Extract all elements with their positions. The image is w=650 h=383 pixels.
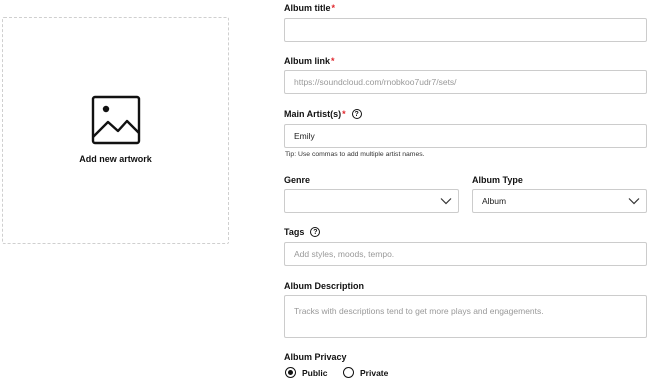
genre-label: Genre bbox=[284, 175, 310, 185]
chevron-down-icon bbox=[440, 198, 452, 205]
album-link-label-text: Album link bbox=[284, 56, 331, 66]
chevron-down-icon bbox=[628, 198, 640, 205]
privacy-private-label: Private bbox=[360, 367, 389, 378]
required-mark: * bbox=[342, 109, 346, 119]
main-artist-label: Main Artist(s) * ? bbox=[284, 109, 362, 119]
privacy-public-label: Public bbox=[302, 367, 328, 378]
radio-selected-icon bbox=[285, 367, 296, 378]
genre-label-text: Genre bbox=[284, 175, 311, 185]
album-link-label: Album link * bbox=[284, 56, 335, 66]
album-type-select[interactable]: Album bbox=[472, 189, 647, 213]
artwork-label: Add new artwork bbox=[79, 154, 152, 164]
album-link-input[interactable]: https://soundcloud.com/rnobkoo7udr7/sets… bbox=[284, 70, 647, 94]
album-privacy-label-text: Album Privacy bbox=[284, 352, 347, 362]
help-icon[interactable]: ? bbox=[351, 109, 362, 119]
tags-label: Tags ? bbox=[284, 227, 321, 237]
album-title-input[interactable] bbox=[284, 18, 647, 42]
album-description-label-text: Album Description bbox=[284, 281, 365, 291]
album-title-label-text: Album title bbox=[284, 3, 331, 13]
radio-unselected-icon bbox=[343, 367, 354, 378]
album-description-label: Album Description bbox=[284, 281, 364, 291]
album-title-label: Album title * bbox=[284, 3, 335, 13]
upload-album-page: Add new artwork Album title * Album link… bbox=[0, 0, 650, 383]
help-icon[interactable]: ? bbox=[310, 227, 321, 237]
genre-select[interactable] bbox=[284, 189, 459, 213]
album-description-textarea[interactable]: Tracks with descriptions tend to get mor… bbox=[284, 295, 647, 338]
album-type-label-text: Album Type bbox=[472, 175, 523, 185]
privacy-private-option[interactable]: Private bbox=[343, 367, 388, 378]
main-artist-input[interactable]: Emily bbox=[284, 124, 647, 148]
tags-input[interactable]: Add styles, moods, tempo. bbox=[284, 242, 647, 266]
privacy-public-option[interactable]: Public bbox=[285, 367, 328, 378]
tags-placeholder: Add styles, moods, tempo. bbox=[294, 249, 395, 259]
artwork-dropzone[interactable]: Add new artwork bbox=[2, 17, 229, 244]
tags-label-text: Tags bbox=[284, 227, 305, 237]
album-type-value: Album bbox=[482, 196, 507, 206]
album-privacy-label: Album Privacy bbox=[284, 352, 347, 362]
image-icon bbox=[91, 95, 140, 145]
main-artist-tip: Tip: Use commas to add multiple artist n… bbox=[285, 151, 425, 158]
required-mark: * bbox=[331, 3, 336, 13]
album-type-label: Album Type bbox=[472, 175, 523, 185]
required-mark: * bbox=[331, 56, 335, 66]
main-artist-label-text: Main Artist(s) bbox=[284, 109, 342, 119]
album-link-value: https://soundcloud.com/rnobkoo7udr7/sets… bbox=[294, 77, 457, 87]
main-artist-value: Emily bbox=[294, 131, 315, 141]
album-description-placeholder: Tracks with descriptions tend to get mor… bbox=[294, 306, 544, 316]
